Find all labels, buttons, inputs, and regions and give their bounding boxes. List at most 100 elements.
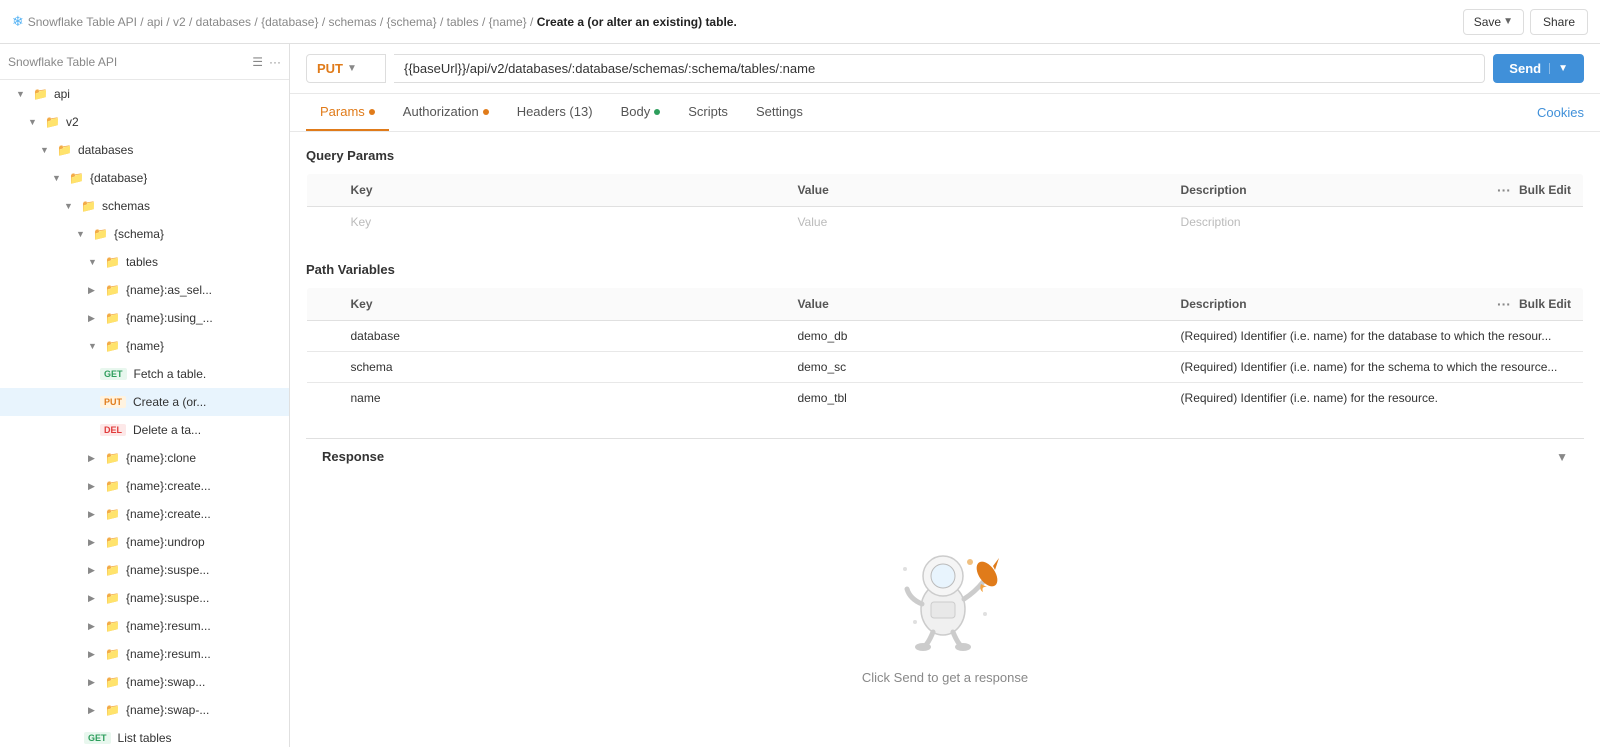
sidebar-item-database[interactable]: ▼ 📁 {database} [0, 164, 289, 192]
sidebar-item-schemas[interactable]: ▼ 📁 schemas [0, 192, 289, 220]
method-dropdown-arrow: ▼ [347, 63, 357, 74]
sidebar-item-name-swap1[interactable]: ▶ 📁 {name}:swap... [0, 668, 289, 696]
expand-arrow: ▶ [88, 621, 102, 632]
folder-icon: 📁 [105, 451, 120, 465]
tabs-bar: Params Authorization Headers (13) Body S… [290, 94, 1600, 132]
bulk-edit-button[interactable]: Bulk Edit [1519, 297, 1571, 311]
folder-icon: 📁 [45, 115, 60, 129]
share-button[interactable]: Share [1530, 9, 1588, 35]
folder-icon: 📁 [105, 703, 120, 717]
sidebar-item-name-folder[interactable]: ▼ 📁 {name} [0, 332, 289, 360]
value-cell[interactable]: demo_tbl [785, 383, 1168, 414]
sidebar-item-del-delete[interactable]: DEL Delete a ta... [0, 416, 289, 444]
desc-cell[interactable]: Description [1169, 207, 1584, 238]
table-row: Key Value Description [307, 207, 1584, 238]
key-cell: database [339, 321, 786, 352]
folder-icon: 📁 [105, 339, 120, 353]
sidebar-item-name-suspe2[interactable]: ▶ 📁 {name}:suspe... [0, 584, 289, 612]
right-content: PUT ▼ Send ▼ Params Authorization Header… [290, 44, 1600, 747]
expand-arrow: ▶ [88, 509, 102, 520]
expand-arrow: ▼ [88, 257, 102, 267]
sidebar-title: Snowflake Table API [8, 55, 246, 69]
sidebar-item-label: tables [126, 255, 158, 269]
save-button[interactable]: Save ▼ [1463, 9, 1524, 35]
sidebar-item-label: schemas [102, 199, 150, 213]
folder-icon: 📁 [105, 255, 120, 269]
more-options-icon[interactable]: ··· [1497, 182, 1511, 198]
sidebar-item-schema[interactable]: ▼ 📁 {schema} [0, 220, 289, 248]
method-select[interactable]: PUT ▼ [306, 54, 386, 83]
cookies-link[interactable]: Cookies [1537, 105, 1584, 120]
check-cell [307, 383, 339, 414]
sidebar-item-get-fetch[interactable]: GET Fetch a table. [0, 360, 289, 388]
sidebar-item-name-swap2[interactable]: ▶ 📁 {name}:swap-... [0, 696, 289, 724]
method-badge-del: DEL [100, 424, 126, 436]
sidebar-item-name-using[interactable]: ▶ 📁 {name}:using_... [0, 304, 289, 332]
expand-arrow: ▼ [88, 341, 102, 351]
sidebar-item-label: Delete a ta... [133, 423, 201, 437]
page-title: Create a (or alter an existing) table. [537, 15, 737, 29]
value-cell[interactable]: Value [785, 207, 1168, 238]
sidebar-item-databases[interactable]: ▼ 📁 databases [0, 136, 289, 164]
sidebar-item-name-as-sel[interactable]: ▶ 📁 {name}:as_sel... [0, 276, 289, 304]
url-input[interactable] [394, 54, 1485, 83]
key-cell: name [339, 383, 786, 414]
tab-authorization[interactable]: Authorization [389, 94, 503, 131]
sidebar-item-name-clone[interactable]: ▶ 📁 {name}:clone [0, 444, 289, 472]
folder-icon: 📁 [105, 647, 120, 661]
tab-headers[interactable]: Headers (13) [503, 94, 607, 131]
key-col-header: Key [339, 288, 786, 321]
sidebar-item-label: {name} [126, 339, 164, 353]
tab-params[interactable]: Params [306, 94, 389, 131]
value-cell[interactable]: demo_sc [785, 352, 1168, 383]
sidebar-item-label: {name}:resum... [126, 647, 211, 661]
top-bar-actions: Save ▼ Share [1463, 9, 1588, 35]
expand-arrow: ▼ [40, 145, 54, 155]
sidebar-item-put-create[interactable]: PUT Create a (or... [0, 388, 289, 416]
more-icon[interactable]: ··· [269, 55, 281, 69]
sidebar-item-name-create2[interactable]: ▶ 📁 {name}:create... [0, 500, 289, 528]
tab-body[interactable]: Body [607, 94, 675, 131]
key-cell[interactable]: Key [339, 207, 786, 238]
sidebar-item-name-suspe1[interactable]: ▶ 📁 {name}:suspe... [0, 556, 289, 584]
empty-response-label: Click Send to get a response [862, 670, 1028, 685]
more-options-icon[interactable]: ··· [1497, 296, 1511, 312]
desc-cell: (Required) Identifier (i.e. name) for th… [1169, 352, 1584, 383]
sidebar-item-name-resum1[interactable]: ▶ 📁 {name}:resum... [0, 612, 289, 640]
sidebar-item-api[interactable]: ▼ 📁 api [0, 80, 289, 108]
sidebar-item-label: Fetch a table. [134, 367, 207, 381]
check-col-header [307, 288, 339, 321]
expand-arrow: ▶ [88, 649, 102, 660]
folder-icon: 📁 [105, 479, 120, 493]
folder-icon: 📁 [105, 619, 120, 633]
tab-settings[interactable]: Settings [742, 94, 817, 131]
folder-icon: 📁 [33, 87, 48, 101]
check-cell [307, 352, 339, 383]
menu-icon[interactable]: ☰ [252, 55, 263, 69]
body-dot [654, 109, 660, 115]
value-cell[interactable]: demo_db [785, 321, 1168, 352]
sidebar-item-label: {database} [90, 171, 147, 185]
desc-cell: (Required) Identifier (i.e. name) for th… [1169, 383, 1584, 414]
folder-icon: 📁 [105, 591, 120, 605]
check-cell [307, 207, 339, 238]
sidebar-item-v2[interactable]: ▼ 📁 v2 [0, 108, 289, 136]
folder-icon: 📁 [105, 507, 120, 521]
folder-icon: 📁 [105, 283, 120, 297]
sidebar-item-get-list[interactable]: GET List tables [0, 724, 289, 747]
sidebar-item-name-resum2[interactable]: ▶ 📁 {name}:resum... [0, 640, 289, 668]
tab-scripts[interactable]: Scripts [674, 94, 742, 131]
query-params-table: Key Value Description ··· Bulk Edit [306, 173, 1584, 238]
snowflake-icon: ❄ [12, 13, 24, 30]
expand-arrow: ▶ [88, 705, 102, 716]
empty-response: Click Send to get a response [306, 474, 1584, 725]
bulk-edit-button[interactable]: Bulk Edit [1519, 183, 1571, 197]
expand-arrow: ▶ [88, 593, 102, 604]
sidebar-item-tables[interactable]: ▼ 📁 tables [0, 248, 289, 276]
table-row: schema demo_sc (Required) Identifier (i.… [307, 352, 1584, 383]
sidebar-item-name-create1[interactable]: ▶ 📁 {name}:create... [0, 472, 289, 500]
sidebar-item-name-undrop[interactable]: ▶ 📁 {name}:undrop [0, 528, 289, 556]
send-button[interactable]: Send ▼ [1493, 54, 1584, 83]
response-header[interactable]: Response ▼ [306, 438, 1584, 474]
astronaut-illustration [875, 514, 1015, 654]
